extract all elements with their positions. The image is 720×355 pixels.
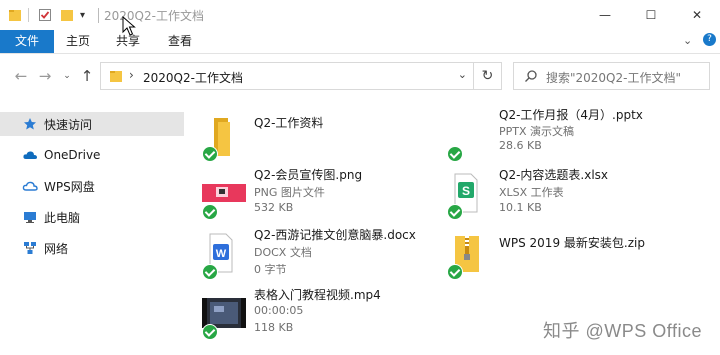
watermark: 知乎 @WPS Office (543, 321, 702, 341)
file-type: PNG 图片文件 (254, 186, 325, 199)
sync-ok-icon (202, 146, 218, 162)
search-placeholder: 搜索"2020Q2-工作文档" (546, 71, 681, 85)
navigation-pane: 快速访问 OneDrive WPS网盘 此电脑 网络 (0, 98, 184, 355)
help-icon[interactable]: ? (703, 33, 716, 46)
computer-icon (22, 209, 38, 225)
window-title: 2020Q2-工作文档 (104, 9, 204, 23)
forward-arrow-icon[interactable]: → (36, 67, 54, 85)
tab-view[interactable]: 查看 (158, 30, 202, 53)
list-item[interactable]: S Q2-内容选题表.xlsx XLSX 工作表 10.1 KB (435, 164, 685, 220)
cloud-icon (22, 147, 38, 163)
sidebar-item-label: 此电脑 (44, 210, 81, 225)
search-input[interactable]: 搜索"2020Q2-工作文档" (513, 62, 710, 90)
title-bar: ▾ 2020Q2-工作文档 — ☐ ✕ (0, 0, 720, 36)
file-name: Q2-会员宣传图.png (254, 168, 363, 182)
svg-text:W: W (216, 248, 227, 260)
tab-home[interactable]: 主页 (56, 30, 100, 53)
properties-icon[interactable] (38, 6, 52, 24)
breadcrumb-chevron-icon[interactable]: › (129, 68, 134, 82)
star-icon (22, 116, 38, 132)
file-name: WPS 2019 最新安装包.zip (499, 236, 645, 250)
ribbon-tabs: 文件 主页 共享 查看 ⌄ ? (0, 30, 720, 54)
close-button[interactable]: ✕ (674, 0, 720, 30)
tab-file[interactable]: 文件 (0, 30, 54, 53)
ribbon-collapse-icon[interactable]: ⌄ (683, 34, 692, 47)
file-type: XLSX 工作表 (499, 186, 564, 199)
file-size: 0 字节 (254, 263, 287, 276)
list-item[interactable]: Q2-工作资料 (190, 106, 440, 162)
breadcrumb[interactable]: 2020Q2-工作文档 (143, 69, 243, 86)
address-bar[interactable]: › 2020Q2-工作文档 ⌄ (100, 62, 474, 90)
video-duration: 00:00:05 (254, 304, 304, 317)
back-arrow-icon[interactable]: ← (12, 67, 30, 85)
file-size: 118 KB (254, 321, 294, 334)
sidebar-item-wps-cloud[interactable]: WPS网盘 (0, 174, 184, 198)
folder-icon (110, 71, 122, 82)
list-item[interactable]: W Q2-西游记推文创意脑暴.docx DOCX 文档 0 字节 (190, 224, 440, 280)
sidebar-item-label: WPS网盘 (44, 179, 95, 194)
tab-share[interactable]: 共享 (106, 30, 150, 53)
file-name: Q2-工作月报（4月）.pptx (499, 108, 643, 122)
recent-locations-icon[interactable]: ⌄ (58, 67, 76, 85)
sync-ok-icon (447, 264, 463, 280)
file-size: 10.1 KB (499, 201, 542, 214)
list-item[interactable]: Q2-工作月报（4月）.pptx PPTX 演示文稿 28.6 KB (435, 106, 685, 162)
sync-ok-icon (202, 324, 218, 340)
folder-icon[interactable] (8, 6, 22, 24)
sidebar-item-quick-access[interactable]: 快速访问 (0, 112, 184, 136)
network-icon (22, 240, 38, 256)
sidebar-item-label: 网络 (44, 241, 69, 256)
file-name: Q2-西游记推文创意脑暴.docx (254, 228, 416, 242)
sync-ok-icon (202, 204, 218, 220)
sidebar-item-onedrive[interactable]: OneDrive (0, 143, 184, 167)
list-item[interactable]: WPS 2019 最新安装包.zip (435, 224, 685, 280)
qa-separator (28, 8, 29, 22)
file-type: PPTX 演示文稿 (499, 125, 575, 138)
list-item[interactable]: 表格入门教程视频.mp4 00:00:05 118 KB (190, 284, 440, 340)
file-name: Q2-工作资料 (254, 116, 324, 130)
navigation-bar: ← → ⌄ ↑ › 2020Q2-工作文档 ⌄ ↻ 搜索"2020Q2-工作文档… (0, 60, 720, 92)
sidebar-item-this-pc[interactable]: 此电脑 (0, 205, 184, 229)
sidebar-item-label: OneDrive (44, 148, 101, 162)
title-separator (98, 8, 99, 23)
refresh-button[interactable]: ↻ (474, 62, 502, 90)
wps-cloud-icon (22, 178, 38, 194)
new-folder-icon[interactable] (60, 6, 74, 24)
sync-ok-icon (447, 146, 463, 162)
file-name: 表格入门教程视频.mp4 (254, 288, 381, 302)
list-item[interactable]: Q2-会员宣传图.png PNG 图片文件 532 KB (190, 164, 440, 220)
minimize-button[interactable]: — (582, 0, 628, 30)
customize-qa-icon[interactable]: ▾ (80, 6, 85, 24)
maximize-button[interactable]: ☐ (628, 0, 674, 30)
file-size: 532 KB (254, 201, 294, 214)
sidebar-item-network[interactable]: 网络 (0, 236, 184, 260)
sidebar-item-label: 快速访问 (44, 117, 93, 132)
file-name: Q2-内容选题表.xlsx (499, 168, 609, 182)
sync-ok-icon (202, 264, 218, 280)
address-dropdown-icon[interactable]: ⌄ (458, 68, 467, 81)
sync-ok-icon (447, 204, 463, 220)
file-type: DOCX 文档 (254, 246, 312, 259)
search-icon (525, 70, 537, 82)
svg-text:S: S (462, 184, 470, 198)
file-size: 28.6 KB (499, 139, 542, 152)
up-arrow-icon[interactable]: ↑ (78, 67, 96, 85)
